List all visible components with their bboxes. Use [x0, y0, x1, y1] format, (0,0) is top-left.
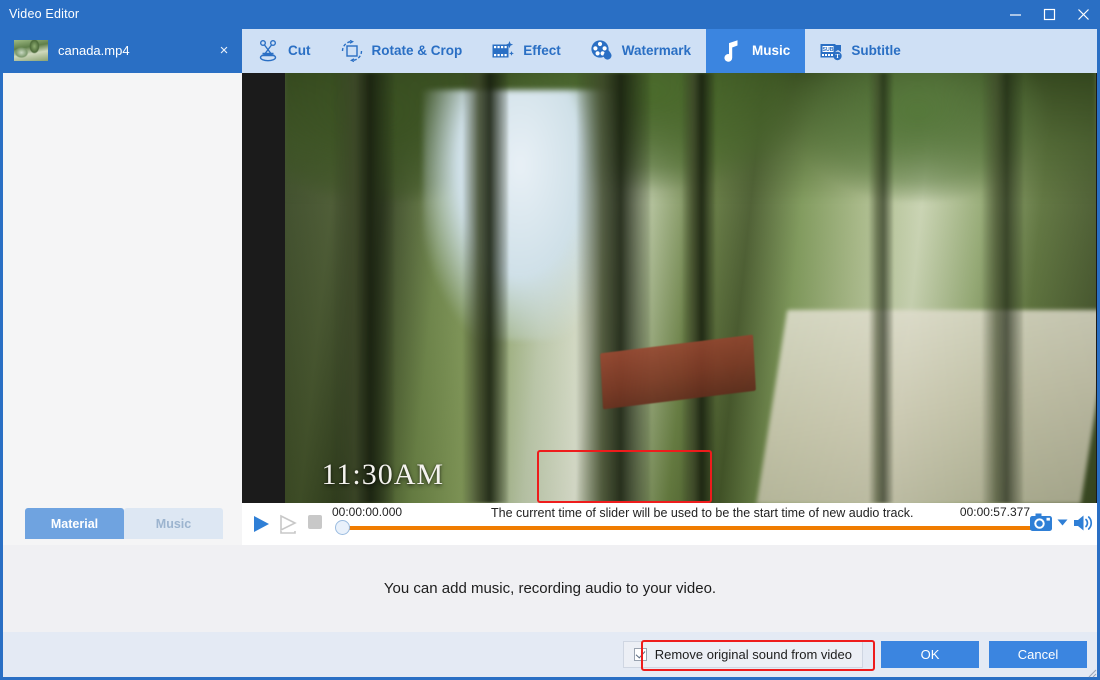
effect-filmstrip-icon [492, 41, 515, 58]
play-preview-icon [280, 514, 297, 534]
tab-watermark-label: Watermark [621, 43, 692, 59]
info-message-text: You can add music, recording audio to yo… [383, 580, 717, 597]
scissors-icon [259, 40, 277, 62]
title-bar: Video Editor [0, 0, 1100, 28]
subtitle-icon: SUB T [820, 44, 843, 61]
tab-watermark[interactable]: Watermark [576, 29, 706, 73]
play-button[interactable] [251, 514, 271, 539]
svg-text:T: T [836, 54, 840, 60]
stop-button[interactable] [307, 514, 323, 535]
panel-tab-material-label: Material [50, 516, 99, 531]
minimize-icon[interactable] [998, 0, 1032, 28]
timeline-slider-track[interactable] [345, 526, 1045, 530]
file-tab-canada[interactable]: canada.mp4 × [0, 28, 242, 73]
tab-cut-label: Cut [288, 43, 311, 59]
tab-subtitle-label: Subtitle [851, 43, 901, 59]
remove-original-sound-checkbox[interactable]: Remove original sound from video [622, 641, 863, 668]
tab-effect[interactable]: Effect [477, 29, 576, 73]
video-caption-overlay: 11:30AM NIZZA GARD [285, 373, 1096, 503]
tab-music-label: Music [752, 43, 791, 59]
video-frame: 11:30AM NIZZA GARD [285, 73, 1096, 503]
cancel-button[interactable]: Cancel [989, 641, 1087, 668]
window-controls [998, 0, 1100, 28]
current-time-label: 00:00:00.000 [332, 505, 403, 519]
timeline-slider-thumb[interactable] [335, 520, 350, 535]
transport-right-icons [1029, 512, 1094, 533]
video-editor-window: Video Editor canada.mp4 × Cut Rotate & C… [0, 0, 1100, 680]
snapshot-camera-icon[interactable] [1029, 512, 1053, 533]
file-thumbnail [14, 40, 48, 61]
file-tab-label: canada.mp4 [58, 43, 130, 58]
panel-tab-music-label: Music [155, 516, 192, 531]
preview-button[interactable] [278, 514, 300, 539]
maximize-icon[interactable] [1032, 0, 1066, 28]
svg-text:SUB: SUB [823, 47, 834, 53]
tab-cut[interactable]: Cut [242, 29, 326, 73]
material-music-tabs: Material Music [0, 503, 242, 545]
play-icon [254, 516, 269, 532]
file-tab-strip: canada.mp4 × [0, 28, 242, 73]
dialog-footer: Remove original sound from video OK Canc… [3, 632, 1097, 677]
music-note-icon [724, 40, 738, 62]
stop-icon [308, 515, 322, 529]
material-panel [0, 73, 242, 503]
panel-tab-music[interactable]: Music [124, 508, 223, 539]
watermark-droplet-icon [591, 40, 612, 60]
video-caption-time: 11:30AM [321, 458, 445, 491]
checkbox-box[interactable] [633, 648, 647, 661]
slider-hint-text: The current time of slider will be used … [491, 506, 914, 520]
close-icon[interactable] [1066, 0, 1100, 28]
tab-rotate-crop-label: Rotate & Crop [371, 43, 463, 59]
tab-rotate-crop[interactable]: Rotate & Crop [326, 29, 478, 73]
ok-button[interactable]: OK [881, 641, 979, 668]
tab-effect-label: Effect [523, 43, 561, 59]
info-message-area: You can add music, recording audio to yo… [3, 545, 1097, 632]
snapshot-dropdown-chevron-icon[interactable] [1057, 518, 1068, 527]
remove-original-sound-label: Remove original sound from video [654, 647, 852, 662]
volume-icon[interactable] [1072, 513, 1094, 533]
total-time-label: 00:00:57.377 [959, 505, 1030, 519]
window-title: Video Editor [9, 7, 80, 21]
panel-tab-material[interactable]: Material [25, 508, 124, 539]
file-tab-close-icon[interactable]: × [214, 43, 234, 58]
tab-music[interactable]: Music [706, 29, 806, 73]
tab-subtitle[interactable]: SUB T Subtitle [805, 29, 916, 73]
rotate-crop-icon [341, 39, 362, 63]
transport-bar: 00:00:00.000 The current time of slider … [242, 503, 1100, 545]
editor-toolbar: Cut Rotate & Crop Effect Watermark Music… [242, 28, 1100, 73]
video-preview[interactable]: 11:30AM NIZZA GARD ▾ [242, 73, 1100, 503]
